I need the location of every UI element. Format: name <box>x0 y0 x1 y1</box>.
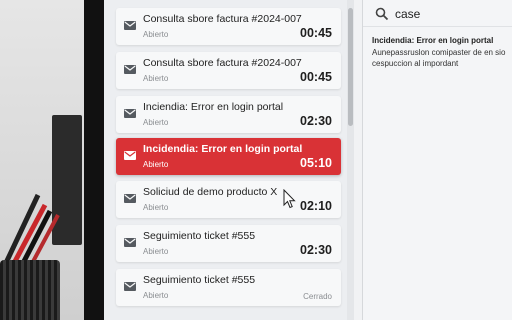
ticket-item[interactable]: Seguimiento ticket #555 Abierto 02:30 <box>116 225 341 262</box>
ticket-status: Abierto <box>143 247 169 256</box>
detail-pane: Incidendia: Error en login portal Aunepa… <box>363 0 512 320</box>
ticket-title: Incidendia: Error en login portal <box>143 143 303 155</box>
scrollbar[interactable] <box>347 0 354 320</box>
ticket-item[interactable]: Soliciud de demo producto X Abierto 02:10 <box>116 181 341 218</box>
mail-icon <box>124 65 136 74</box>
app-window: Consulta sbore factura #2024-007 Abierto 0… <box>104 0 512 320</box>
ticket-item[interactable]: Consulta sbore factura #2024-007 Abierto 0… <box>116 52 341 89</box>
ticket-title: Inciendia: Error en login portal <box>143 101 284 113</box>
ticket-list[interactable]: Consulta sbore factura #2024-007 Abierto 0… <box>104 0 354 320</box>
mail-icon <box>124 21 136 30</box>
ticket-time: 00:45 <box>300 26 332 40</box>
ticket-status: Abierto <box>143 118 169 127</box>
result-text: Aunepassruslon comipaster de en sio cesp… <box>372 48 506 68</box>
result-title[interactable]: Incidendia: Error en login portal <box>372 36 493 45</box>
ticket-status: Abierto <box>143 74 169 83</box>
mail-icon <box>124 194 136 203</box>
ticket-status: Abierto <box>143 203 169 212</box>
ticket-title: Seguimiento ticket #555 <box>143 230 256 242</box>
ticket-item[interactable]: Seguimiento ticket #555 Abierto Cerrado <box>116 269 341 306</box>
mail-icon <box>124 109 136 118</box>
monitor-bezel <box>84 0 104 320</box>
pen-cup <box>0 260 60 320</box>
scrollbar-thumb[interactable] <box>348 8 353 126</box>
ticket-title: Seguimiento ticket #555 <box>143 274 256 286</box>
search-divider <box>363 26 512 27</box>
ticket-time: Cerrado <box>303 292 332 301</box>
mail-icon <box>124 151 136 160</box>
ticket-status: Abierto <box>143 160 169 169</box>
ticket-time: 02:30 <box>300 114 332 128</box>
ticket-item-selected[interactable]: Incidendia: Error en login portal Abierto… <box>116 138 341 175</box>
mail-icon <box>124 238 136 247</box>
ticket-time: 05:10 <box>300 156 332 170</box>
ticket-status: Abierto <box>143 291 169 300</box>
ticket-title: Soliciud de demo producto X <box>143 186 278 198</box>
ticket-time: 00:45 <box>300 70 332 84</box>
mouse-cursor-icon <box>283 189 296 209</box>
ticket-item[interactable]: Inciendia: Error en login portal Abierto 0… <box>116 96 341 133</box>
ticket-title: Consulta sbore factura #2024-007 <box>143 57 302 69</box>
ticket-item[interactable]: Consulta sbore factura #2024-007 Abierto 0… <box>116 8 341 45</box>
ticket-status: Abierto <box>143 30 169 39</box>
search-icon <box>375 7 389 21</box>
ticket-title: Consulta sbore factura #2024-007 <box>143 13 302 25</box>
ticket-time: 02:10 <box>300 199 332 213</box>
ticket-time: 02:30 <box>300 243 332 257</box>
search-input[interactable] <box>395 4 505 24</box>
mail-icon <box>124 282 136 291</box>
